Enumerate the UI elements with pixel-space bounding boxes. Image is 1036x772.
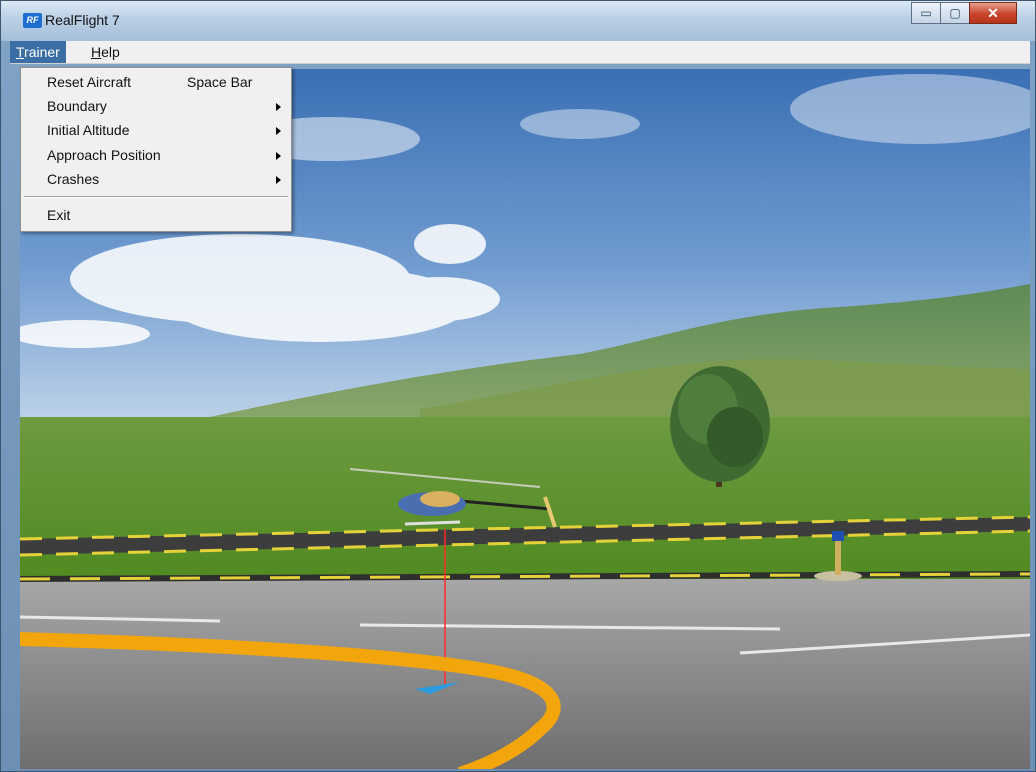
- menu-item-label: Crashes: [47, 171, 100, 187]
- minimize-button[interactable]: ▭: [911, 2, 941, 24]
- app-window: RF RealFlight 7 ▭ ▢ ✕ Trainer Help Reset…: [0, 0, 1036, 772]
- menu-item-exit[interactable]: Exit: [21, 203, 291, 227]
- menu-trainer-mnemonic: T: [16, 44, 25, 60]
- title-bar[interactable]: RF RealFlight 7 ▭ ▢ ✕: [1, 1, 1035, 41]
- menu-separator: [24, 196, 288, 198]
- close-button[interactable]: ✕: [969, 2, 1017, 24]
- menu-trainer[interactable]: Trainer: [10, 41, 66, 63]
- menu-item-shortcut: Space Bar: [187, 74, 253, 90]
- menu-item-label: Exit: [47, 207, 71, 223]
- menu-item-label: Approach Position: [47, 147, 161, 163]
- menu-item-label: Initial Altitude: [47, 122, 130, 138]
- menu-item-reset-aircraft[interactable]: Reset Aircraft Space Bar: [21, 70, 291, 94]
- trainer-menu-dropdown: Reset Aircraft Space Bar Boundary Initia…: [20, 67, 292, 232]
- menu-item-approach-position[interactable]: Approach Position: [21, 143, 291, 167]
- window-title: RealFlight 7: [45, 12, 120, 28]
- menu-item-label: Reset Aircraft: [47, 74, 132, 90]
- submenu-arrow-icon: [276, 127, 281, 135]
- menu-item-label: Boundary: [47, 98, 107, 114]
- menu-trainer-label: rainer: [24, 44, 60, 60]
- menu-item-boundary[interactable]: Boundary: [21, 94, 291, 118]
- menu-bar: Trainer Help: [10, 41, 1030, 64]
- app-logo-icon: RF: [23, 13, 42, 28]
- maximize-button[interactable]: ▢: [940, 2, 970, 24]
- menu-help-label: elp: [101, 44, 120, 60]
- menu-item-initial-altitude[interactable]: Initial Altitude: [21, 118, 291, 142]
- menu-help-mnemonic: H: [91, 44, 102, 60]
- grass-field: [20, 417, 1030, 587]
- menu-item-crashes[interactable]: Crashes: [21, 167, 291, 191]
- submenu-arrow-icon: [276, 103, 281, 111]
- submenu-arrow-icon: [276, 176, 281, 184]
- menu-help[interactable]: Help: [85, 41, 126, 63]
- submenu-arrow-icon: [276, 152, 281, 160]
- window-controls: ▭ ▢ ✕: [911, 2, 1017, 24]
